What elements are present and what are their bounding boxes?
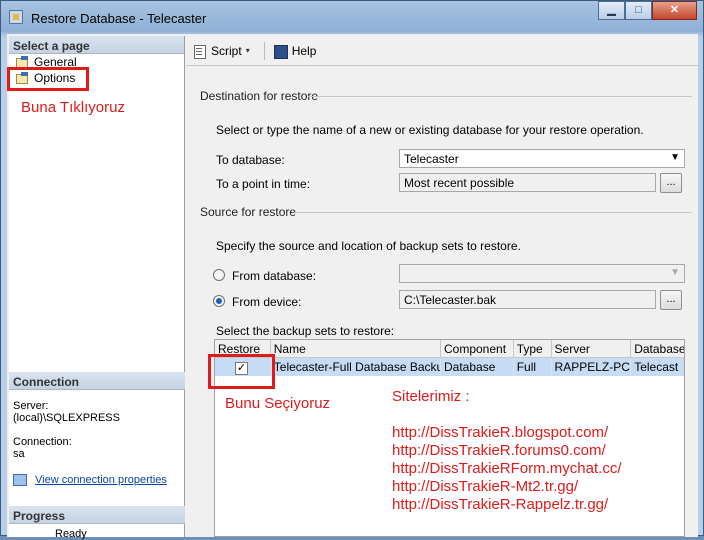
site-link: http://DissTrakieR.forums0.com/ xyxy=(392,442,606,459)
name-cell: Telecaster-Full Database Backup xyxy=(271,358,441,376)
chevron-down-icon: ▼ xyxy=(670,152,680,163)
grid-header: Restore Name Component Type Server Datab… xyxy=(215,340,684,358)
restore-checkbox-highlight-box xyxy=(208,354,275,389)
options-highlight-box xyxy=(7,67,89,91)
toolbar-separator xyxy=(263,41,265,60)
database-cell: Telecast xyxy=(634,360,679,374)
server-value: (local)\SQLEXPRESS xyxy=(13,412,120,424)
from-device-browse-button[interactable]: ... xyxy=(660,290,682,310)
backup-sets-label: Select the backup sets to restore: xyxy=(216,324,395,338)
view-connection-properties-link[interactable]: View connection properties xyxy=(13,474,181,486)
help-button[interactable]: Help xyxy=(273,43,317,59)
from-database-label[interactable]: From database: xyxy=(232,269,316,283)
point-in-time-label: To a point in time: xyxy=(216,177,311,191)
from-database-combobox[interactable]: ▼ xyxy=(399,264,685,283)
point-in-time-browse-button[interactable]: ... xyxy=(660,173,682,193)
divider xyxy=(308,96,692,97)
point-in-time-value: Most recent possible xyxy=(404,176,515,190)
progress-header: Progress xyxy=(9,506,185,524)
restore-database-window: Restore Database - Telecaster ▁ □ ✕ Sele… xyxy=(0,0,704,540)
column-header-server[interactable]: Server xyxy=(552,340,632,357)
progress-section: Progress Ready xyxy=(9,506,185,540)
server-label: Server: xyxy=(13,400,49,412)
connection-section: Connection Server: (local)\SQLEXPRESS Co… xyxy=(9,372,185,492)
help-label: Help xyxy=(291,43,317,58)
script-icon xyxy=(192,44,206,59)
column-header-name[interactable]: Name xyxy=(271,340,441,357)
source-instructions: Specify the source and location of backu… xyxy=(216,239,521,253)
dialog-body: Select a page General Options Buna Tıklı… xyxy=(7,34,698,540)
table-row[interactable]: ✓ Telecaster-Full Database Backup Databa… xyxy=(215,358,684,376)
connection-properties-icon xyxy=(13,474,27,486)
toolbar: Script ▾ Help xyxy=(186,36,698,66)
minimize-button[interactable]: ▁ xyxy=(598,1,625,20)
divider xyxy=(294,212,692,213)
site-link: http://DissTrakieR-Rappelz.tr.gg/ xyxy=(392,496,609,513)
progress-status: Ready xyxy=(55,528,87,540)
source-section-title: Source for restore xyxy=(200,205,297,219)
sites-annotation: Sitelerimiz : http://DissTrakieR.blogspo… xyxy=(392,388,621,514)
link-label: View connection properties xyxy=(35,474,167,486)
connection-value: sa xyxy=(13,448,25,460)
help-icon xyxy=(273,44,288,59)
site-link: http://DissTrakieR-Mt2.tr.gg/ xyxy=(392,478,579,495)
script-label: Script xyxy=(211,43,242,58)
script-button[interactable]: Script ▾ xyxy=(192,43,250,59)
close-button[interactable]: ✕ xyxy=(652,1,697,20)
from-device-field: C:\Telecaster.bak xyxy=(399,290,656,309)
connection-header: Connection xyxy=(9,372,185,390)
to-database-label: To database: xyxy=(216,153,285,167)
type-cell: Full xyxy=(514,358,552,376)
click-annotation: Buna Tıklıyoruz xyxy=(21,99,125,116)
chevron-down-icon[interactable]: ▾ xyxy=(246,46,250,55)
site-link: http://DissTrakieR.blogspot.com/ xyxy=(392,424,609,441)
column-header-database[interactable]: Database xyxy=(631,340,684,357)
site-link: http://DissTrakieRForm.mychat.cc/ xyxy=(392,460,622,477)
right-pane: Script ▾ Help Destination for restore Se… xyxy=(186,36,698,537)
from-device-value: C:\Telecaster.bak xyxy=(404,293,497,307)
left-pane: Select a page General Options Buna Tıklı… xyxy=(7,36,185,540)
component-cell: Database xyxy=(441,358,514,376)
chevron-down-icon: ▼ xyxy=(670,267,680,278)
sites-title: Sitelerimiz : xyxy=(392,388,470,405)
maximize-button[interactable]: □ xyxy=(625,1,652,20)
app-icon xyxy=(9,10,23,24)
backup-sets-grid: Restore Name Component Type Server Datab… xyxy=(214,339,685,537)
to-database-combobox[interactable]: Telecaster ▼ xyxy=(399,149,685,168)
to-database-value: Telecaster xyxy=(404,152,459,166)
from-device-label[interactable]: From device: xyxy=(232,295,301,309)
point-in-time-field: Most recent possible xyxy=(399,173,656,192)
title-bar[interactable]: Restore Database - Telecaster ▁ □ ✕ xyxy=(1,1,703,35)
select-page-header: Select a page xyxy=(9,36,184,54)
select-annotation: Bunu Seçiyoruz xyxy=(225,395,331,412)
destination-section-title: Destination for restore xyxy=(200,89,319,103)
window-controls: ▁ □ ✕ xyxy=(598,1,697,20)
window-title: Restore Database - Telecaster xyxy=(31,11,207,26)
destination-instructions: Select or type the name of a new or exis… xyxy=(216,123,644,137)
connection-label: Connection: xyxy=(13,436,72,448)
column-header-type[interactable]: Type xyxy=(514,340,552,357)
column-header-component[interactable]: Component xyxy=(441,340,514,357)
from-database-radio[interactable] xyxy=(213,269,225,281)
server-cell: RAPPELZ-PC xyxy=(552,358,632,376)
from-device-radio[interactable] xyxy=(213,295,225,307)
